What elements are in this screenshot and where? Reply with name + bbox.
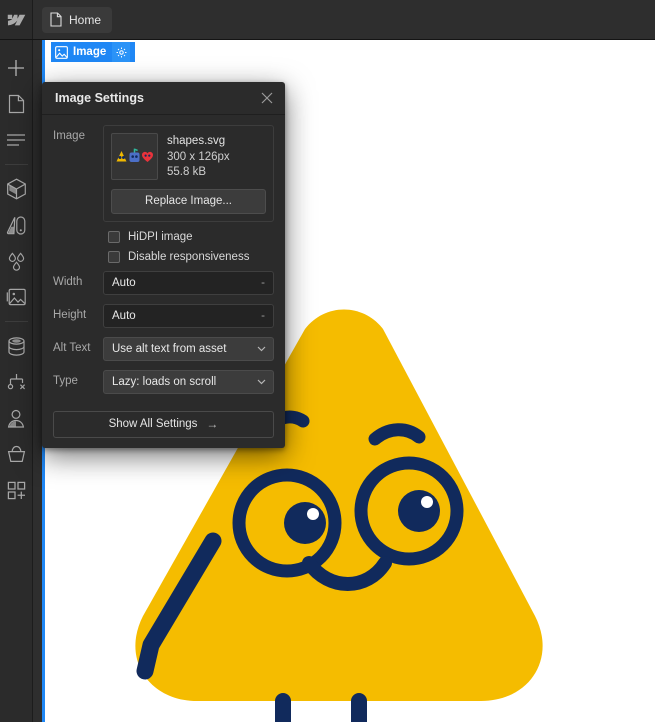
rail-divider	[4, 321, 28, 322]
sidebar-item-components[interactable]	[0, 171, 33, 207]
user-icon	[6, 408, 26, 429]
alt-text-row: Alt Text Use alt text from asset	[53, 336, 274, 361]
sidebar-item-cms[interactable]	[0, 328, 33, 364]
sidebar-item-pages[interactable]	[0, 86, 33, 122]
shapes-thumbnail-icon	[115, 148, 155, 166]
hidpi-image-checkbox-row[interactable]: HiDPI image	[108, 230, 274, 243]
image-label: Image	[53, 130, 85, 142]
logic-icon	[6, 372, 27, 392]
page-chip-home[interactable]: Home	[42, 6, 113, 33]
height-input[interactable]: Auto -	[103, 303, 274, 328]
style-panel-icon	[6, 215, 27, 236]
height-label: Height	[53, 308, 87, 321]
selected-element-label: Image	[73, 46, 107, 58]
database-icon	[6, 336, 27, 357]
sidebar-item-assets[interactable]	[0, 279, 33, 315]
alt-text-select[interactable]: Use alt text from asset	[103, 336, 274, 361]
show-all-settings-label: Show All Settings	[108, 418, 198, 430]
chevron-down-icon	[257, 379, 266, 385]
panel-body: Image shapes.svg 300 x 126px 55.8 kB Rep…	[42, 115, 285, 394]
sidebar-item-users[interactable]	[0, 400, 33, 436]
asset-meta: shapes.svg 300 x 126px 55.8 kB	[167, 133, 230, 181]
asset-thumbnail[interactable]	[111, 133, 158, 180]
left-icon-rail	[0, 40, 33, 722]
asset-filesize: 55.8 kB	[167, 166, 206, 178]
droplets-icon	[6, 251, 27, 272]
webflow-logo-button[interactable]	[0, 0, 33, 39]
disable-responsiveness-checkbox-row[interactable]: Disable responsiveness	[108, 250, 274, 263]
width-input[interactable]: Auto -	[103, 270, 274, 295]
sidebar-item-variables[interactable]	[0, 243, 33, 279]
show-all-settings-button[interactable]: Show All Settings →	[53, 410, 274, 438]
asset-box: shapes.svg 300 x 126px 55.8 kB Replace I…	[103, 125, 274, 222]
page-chip-label: Home	[69, 12, 102, 27]
alt-text-label: Alt Text	[53, 341, 91, 354]
type-value: Lazy: loads on scroll	[112, 375, 217, 388]
sidebar-item-add-elements[interactable]	[0, 50, 33, 86]
webflow-logo	[7, 14, 25, 25]
height-unit: -	[261, 309, 265, 322]
image-asset-row: Image shapes.svg 300 x 126px 55.8 kB Rep…	[53, 125, 274, 222]
panel-footer: Show All Settings →	[42, 403, 285, 438]
replace-image-button[interactable]: Replace Image...	[111, 188, 266, 214]
cube-icon	[6, 178, 27, 200]
rail-divider	[4, 164, 28, 165]
image-settings-panel: Image Settings Image shapes.svg 300 x 12…	[42, 82, 285, 448]
type-label: Type	[53, 374, 78, 387]
disable-responsiveness-checkbox[interactable]	[108, 250, 120, 263]
type-row: Type Lazy: loads on scroll	[53, 369, 274, 394]
image-icon	[6, 287, 27, 307]
alt-text-value: Use alt text from asset	[112, 342, 227, 355]
hidpi-image-label: HiDPI image	[128, 230, 193, 243]
disable-responsiveness-label: Disable responsiveness	[128, 250, 250, 263]
hidpi-image-checkbox[interactable]	[108, 230, 120, 243]
navigator-icon	[6, 133, 26, 147]
width-value: Auto	[112, 276, 136, 289]
webflow-designer: Home Image Image Settings Image shapes.s…	[0, 0, 655, 722]
chevron-down-icon	[257, 346, 266, 352]
selected-element-badge[interactable]: Image	[51, 42, 136, 62]
page-title: Image Settings	[55, 91, 144, 105]
apps-grid-icon	[6, 480, 27, 501]
close-icon[interactable]	[259, 90, 275, 106]
basket-icon	[6, 444, 27, 464]
gear-icon[interactable]	[112, 42, 131, 62]
type-select[interactable]: Lazy: loads on scroll	[103, 369, 274, 394]
sidebar-item-apps[interactable]	[0, 472, 33, 508]
top-bar: Home	[0, 0, 655, 40]
width-row: Width Auto -	[53, 270, 274, 295]
sidebar-item-logic[interactable]	[0, 364, 33, 400]
sidebar-item-style-selectors[interactable]	[0, 207, 33, 243]
sidebar-item-navigator[interactable]	[0, 122, 33, 158]
panel-header: Image Settings	[42, 82, 285, 115]
asset-filename: shapes.svg	[167, 135, 226, 147]
page-icon	[8, 94, 25, 114]
asset-dimensions: 300 x 126px	[167, 150, 230, 163]
image-icon	[55, 45, 68, 59]
plus-icon	[6, 58, 26, 78]
width-unit: -	[261, 276, 265, 289]
page-icon	[50, 12, 62, 27]
width-label: Width	[53, 275, 83, 288]
height-row: Height Auto -	[53, 303, 274, 328]
arrow-right-icon: →	[206, 417, 219, 431]
height-value: Auto	[112, 309, 136, 322]
sidebar-item-ecommerce[interactable]	[0, 436, 33, 472]
